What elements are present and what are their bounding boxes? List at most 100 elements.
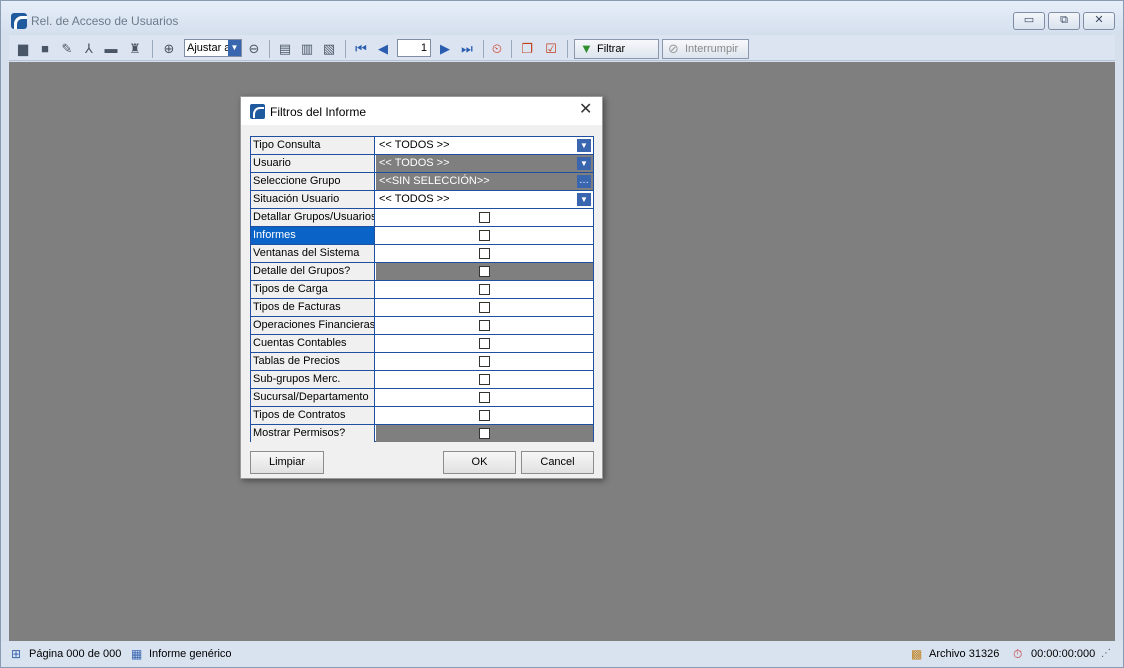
filter-label: Tipos de Facturas: [251, 299, 375, 316]
checkbox-cell: [376, 209, 593, 226]
close-icon[interactable]: ✕: [579, 102, 592, 118]
save-icon[interactable]: ■: [37, 41, 53, 56]
app-window: Rel. de Acceso de Usuarios ▭ ⧉ ✕ ▆ ■ ✎ ⅄…: [0, 0, 1124, 668]
close-window-button[interactable]: ✕: [1083, 12, 1115, 30]
checkbox-cell: [376, 407, 593, 424]
checkbox-cell: [376, 299, 593, 316]
cancel-button[interactable]: Cancel: [521, 451, 594, 474]
ventanas-sistema-checkbox[interactable]: [479, 248, 490, 259]
zoom-out-icon[interactable]: ⊖: [246, 41, 262, 56]
email-icon[interactable]: ▬: [103, 41, 119, 56]
clear-button[interactable]: Limpiar: [250, 451, 324, 474]
filter-label: Usuario: [251, 155, 375, 172]
cuentas-contables-checkbox[interactable]: [479, 338, 490, 349]
filter-label: Detalle del Grupos?: [251, 263, 375, 280]
tipos-facturas-checkbox[interactable]: [479, 302, 490, 313]
filter-row-ventanas-sistema: Ventanas del Sistema: [251, 245, 593, 263]
filter-label: Sucursal/Departamento: [251, 389, 375, 406]
filter-button[interactable]: ▼ Filtrar: [574, 39, 659, 59]
edit-report-icon[interactable]: ☑: [543, 41, 559, 56]
mostrar-permisos-checkbox[interactable]: [479, 428, 490, 439]
filter-row-situacion-usuario: Situación Usuario << TODOS >> ▼: [251, 191, 593, 209]
sub-grupos-merc-checkbox[interactable]: [479, 374, 490, 385]
informes-checkbox[interactable]: [479, 230, 490, 241]
filters-grid: Tipo Consulta << TODOS >> ▼ Usuario << T…: [250, 136, 594, 442]
two-pages-icon[interactable]: ▥: [299, 41, 315, 56]
page-status: ⊞ Página 000 de 000: [11, 646, 121, 662]
next-page-icon[interactable]: ▶: [437, 41, 453, 56]
pdf-icon[interactable]: ⅄: [81, 41, 97, 56]
app-logo-icon: [11, 13, 27, 29]
checkbox-cell: [376, 245, 593, 262]
minimize-button[interactable]: ▭: [1013, 12, 1045, 30]
filter-row-operaciones-financieras: Operaciones Financieras: [251, 317, 593, 335]
tipos-contratos-checkbox[interactable]: [479, 410, 490, 421]
first-page-icon[interactable]: ⏮: [353, 41, 369, 56]
resize-grip-icon[interactable]: ⋰: [1101, 648, 1111, 659]
report-status-text: Informe genérico: [149, 648, 232, 660]
filter-row-seleccione-grupo: Seleccione Grupo <<SIN SELECCIÓN>> …: [251, 173, 593, 191]
filter-row-tablas-precios: Tablas de Precios: [251, 353, 593, 371]
time-status-text: 00:00:00:000: [1031, 648, 1096, 660]
copy-report-icon[interactable]: ❐: [519, 41, 535, 56]
toolbar-separator: [567, 40, 568, 58]
filter-label: Tipos de Carga: [251, 281, 375, 298]
operaciones-financieras-checkbox[interactable]: [479, 320, 490, 331]
detallar-grupos-checkbox[interactable]: [479, 212, 490, 223]
funnel-icon: ▼: [580, 41, 593, 56]
chevron-down-icon[interactable]: ▼: [577, 157, 591, 170]
checkbox-cell: [376, 353, 593, 370]
chevron-down-icon[interactable]: ▼: [577, 139, 591, 152]
filter-row-sub-grupos-merc: Sub-grupos Merc.: [251, 371, 593, 389]
page-status-text: Página 000 de 000: [29, 648, 122, 660]
toolbar-separator: [511, 40, 512, 58]
checkbox-cell: [376, 371, 593, 388]
page-number-input[interactable]: 1: [397, 39, 431, 57]
previous-page-icon[interactable]: ◀: [375, 41, 391, 56]
export-icon[interactable]: ✎: [59, 41, 75, 56]
filter-row-detallar-grupos-usuarios: Detallar Grupos/Usuarios: [251, 209, 593, 227]
chevron-down-icon[interactable]: ▼: [228, 40, 241, 56]
filter-label: Detallar Grupos/Usuarios: [251, 209, 375, 226]
sucursal-departamento-checkbox[interactable]: [479, 392, 490, 403]
filter-row-cuentas-contables: Cuentas Contables: [251, 335, 593, 353]
print-icon[interactable]: ▆: [15, 41, 31, 56]
interrupt-button-label: Interrumpir: [685, 43, 739, 55]
grupo-selector[interactable]: <<SIN SELECCIÓN>> …: [376, 173, 593, 190]
zoom-in-icon[interactable]: ⊕: [161, 41, 177, 56]
filter-row-informes: Informes: [251, 227, 593, 245]
detalle-grupos-checkbox[interactable]: [479, 266, 490, 277]
ellipsis-icon[interactable]: …: [577, 175, 591, 188]
stop-icon[interactable]: ⏲: [489, 41, 505, 56]
chevron-down-icon[interactable]: ▼: [577, 193, 591, 206]
dialog-title-bar: Filtros del Informe ✕: [241, 97, 602, 125]
ok-button[interactable]: OK: [443, 451, 516, 474]
filter-label: Operaciones Financieras: [251, 317, 375, 334]
filter-row-mostrar-permisos: Mostrar Permisos?: [251, 425, 593, 443]
toolbar-separator: [152, 40, 153, 58]
interrupt-button[interactable]: ⊘ Interrumpir: [662, 39, 749, 59]
filter-label: Informes: [251, 227, 375, 244]
usuario-select[interactable]: << TODOS >> ▼: [376, 155, 593, 172]
checkbox-cell: [376, 389, 593, 406]
filter-label: Mostrar Permisos?: [251, 425, 375, 442]
situacion-usuario-select[interactable]: << TODOS >> ▼: [376, 191, 593, 208]
zoom-select[interactable]: Ajustar a ▼: [184, 39, 242, 57]
time-status: ⏱ 00:00:00:000: [1013, 646, 1095, 662]
thumbnails-icon[interactable]: ▧: [321, 41, 337, 56]
tipos-carga-checkbox[interactable]: [479, 284, 490, 295]
app-logo-icon: [250, 104, 265, 119]
checkbox-cell: [376, 317, 593, 334]
select-value: << TODOS >>: [379, 139, 450, 151]
tablas-precios-checkbox[interactable]: [479, 356, 490, 367]
toolbar-separator: [269, 40, 270, 58]
find-icon[interactable]: ♜: [127, 41, 143, 56]
tipo-consulta-select[interactable]: << TODOS >> ▼: [376, 137, 593, 154]
restore-button[interactable]: ⧉: [1048, 12, 1080, 30]
clock-icon: ⏱: [1013, 647, 1023, 661]
single-page-icon[interactable]: ▤: [277, 41, 293, 56]
filter-row-tipo-consulta: Tipo Consulta << TODOS >> ▼: [251, 137, 593, 155]
filter-row-detalle-grupos: Detalle del Grupos?: [251, 263, 593, 281]
last-page-icon[interactable]: ⏭: [459, 41, 475, 56]
select-value: << TODOS >>: [379, 157, 450, 169]
